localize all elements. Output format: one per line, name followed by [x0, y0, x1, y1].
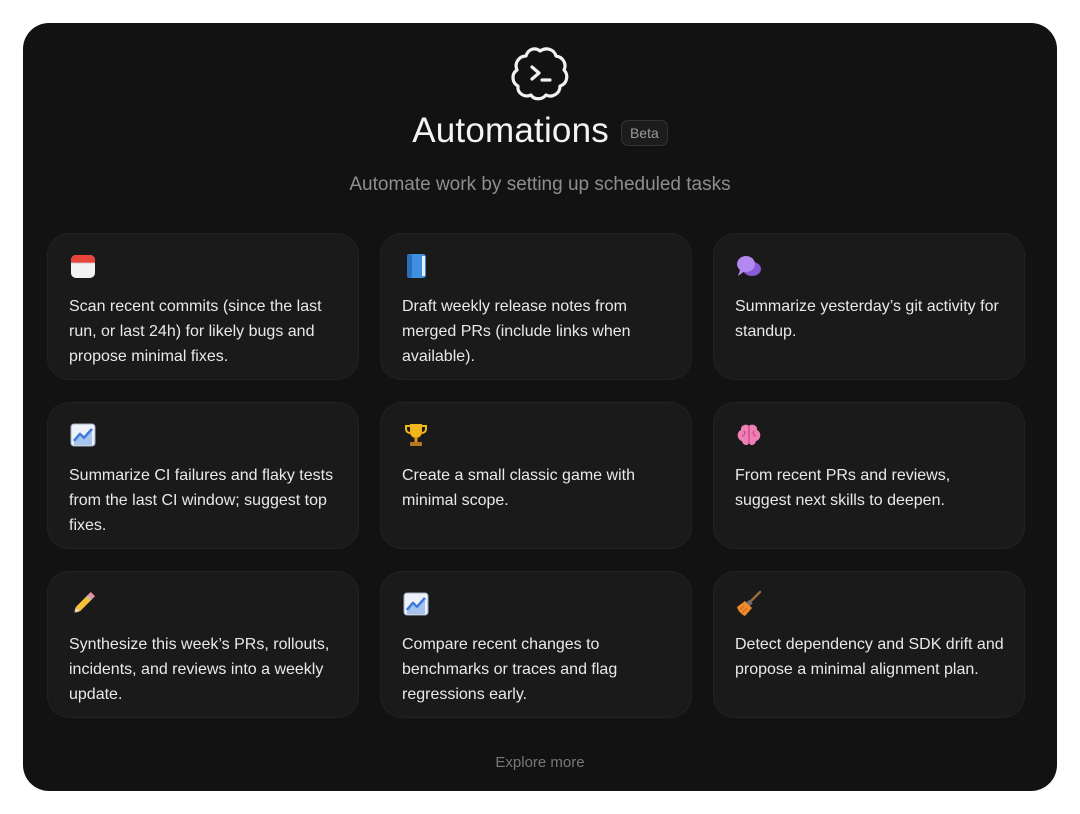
card-text: Draft weekly release notes from merged P… [402, 298, 631, 365]
chart-icon [70, 423, 96, 447]
card-text: Compare recent changes to benchmarks or … [402, 636, 618, 703]
terminal-cloud-icon [511, 47, 569, 101]
title-row: Automations Beta [23, 111, 1057, 151]
automation-card[interactable]: Detect dependency and SDK drift and prop… [713, 571, 1025, 718]
automation-card-grid: Scan recent commits (since the last run,… [47, 233, 1025, 718]
broom-icon [737, 590, 762, 616]
card-text: Synthesize this week’s PRs, rollouts, in… [69, 636, 330, 703]
card-text: Detect dependency and SDK drift and prop… [735, 636, 1004, 678]
automation-card[interactable]: Scan recent commits (since the last run,… [47, 233, 359, 380]
automation-card[interactable]: Synthesize this week’s PRs, rollouts, in… [47, 571, 359, 718]
automations-window: Automations Beta Automate work by settin… [23, 23, 1057, 791]
explore-more-link[interactable]: Explore more [23, 754, 1057, 771]
card-text: Summarize yesterday’s git activity for s… [735, 298, 999, 340]
automation-card[interactable]: From recent PRs and reviews, suggest nex… [713, 402, 1025, 549]
pencil-icon [73, 591, 96, 614]
beta-badge: Beta [620, 120, 668, 146]
page-title: Automations [412, 111, 609, 150]
chart-icon [403, 592, 429, 616]
automation-card[interactable]: Summarize CI failures and flaky tests fr… [47, 402, 359, 549]
automation-card[interactable]: Draft weekly release notes from merged P… [380, 233, 692, 380]
book-icon [407, 254, 426, 278]
page-subtitle: Automate work by setting up scheduled ta… [349, 174, 731, 195]
calendar-icon [71, 255, 95, 278]
automation-card[interactable]: Create a small classic game with minimal… [380, 402, 692, 549]
card-text: From recent PRs and reviews, suggest nex… [735, 467, 951, 509]
card-text: Create a small classic game with minimal… [402, 467, 635, 509]
trophy-icon [405, 424, 427, 446]
card-text: Summarize CI failures and flaky tests fr… [69, 467, 334, 534]
brain-icon [737, 424, 761, 446]
automation-card[interactable]: Summarize yesterday’s git activity for s… [713, 233, 1025, 380]
automation-card[interactable]: Compare recent changes to benchmarks or … [380, 571, 692, 718]
speech-bubble-icon [737, 256, 761, 276]
card-text: Scan recent commits (since the last run,… [69, 298, 322, 365]
